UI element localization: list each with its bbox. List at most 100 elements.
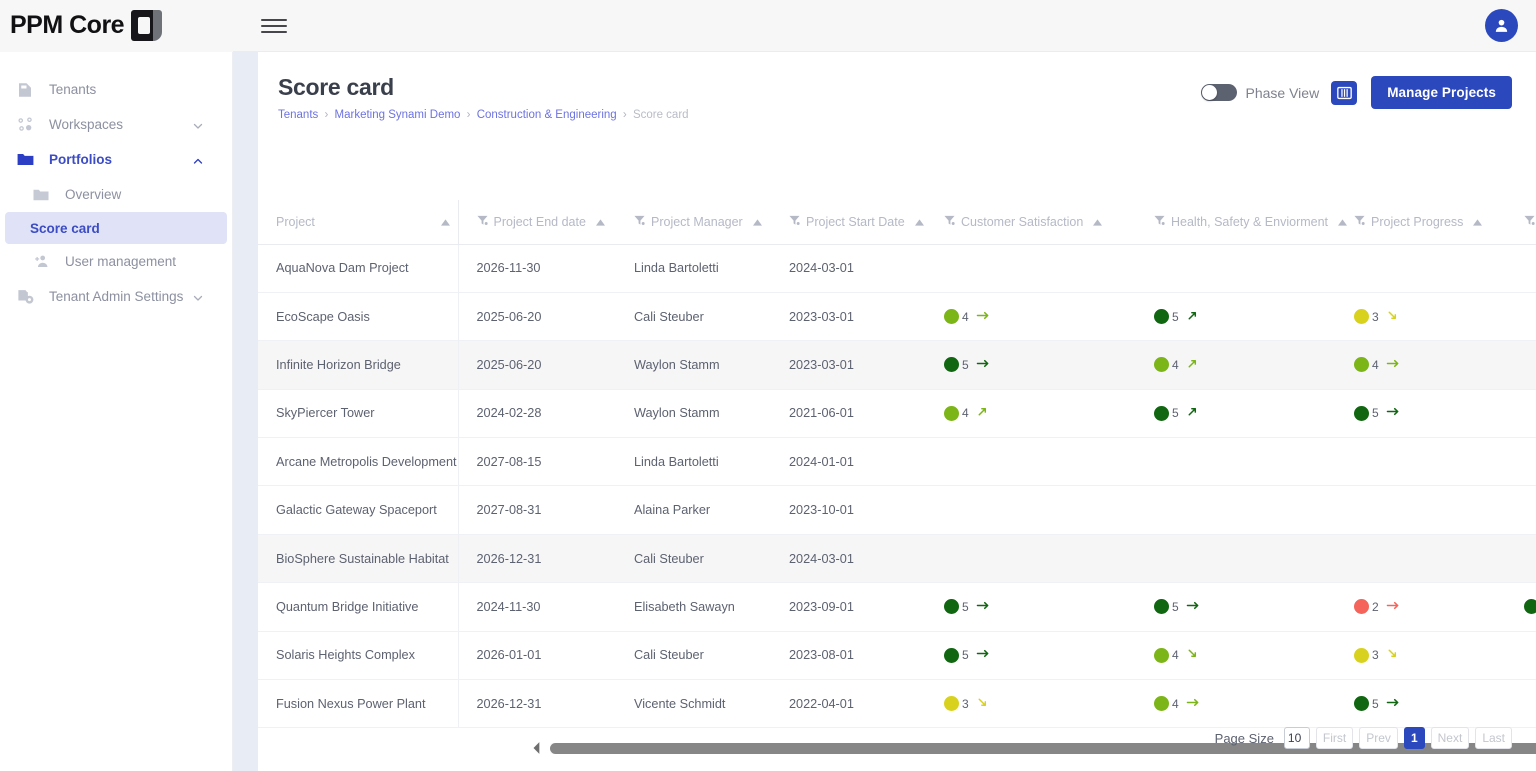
user-avatar-icon[interactable] xyxy=(1485,9,1518,42)
project-manager-cell: Waylon Stamm xyxy=(616,389,771,437)
sort-asc-icon[interactable] xyxy=(915,215,924,229)
last-page-button[interactable]: Last xyxy=(1475,727,1512,749)
sort-asc-icon[interactable] xyxy=(441,215,450,229)
sidebar-item-tenants[interactable]: Tenants xyxy=(0,72,232,107)
health-safety-enviorment-cell: 4 xyxy=(1136,631,1336,679)
project-end-date-cell: 2026-12-31 xyxy=(458,534,616,582)
hamburger-icon[interactable] xyxy=(261,16,287,36)
score-indicator: 2 xyxy=(1354,599,1498,615)
project-progress-cell xyxy=(1336,534,1506,582)
filter-icon[interactable] xyxy=(1154,215,1165,229)
truncated-score-cell xyxy=(1506,244,1536,292)
manage-projects-button[interactable]: Manage Projects xyxy=(1371,76,1512,109)
column-header-health-safety-enviorment[interactable]: Health, Safety & Enviorment xyxy=(1136,200,1336,244)
sidebar-item-workspaces[interactable]: Workspaces xyxy=(0,107,232,142)
first-page-button[interactable]: First xyxy=(1316,727,1353,749)
score-indicator: 3 xyxy=(944,696,1128,712)
column-header-project-end-date[interactable]: Project End date xyxy=(458,200,616,244)
next-page-button[interactable]: Next xyxy=(1431,727,1470,749)
table-row[interactable]: Arcane Metropolis Development2027-08-15L… xyxy=(258,438,1536,486)
document-icon xyxy=(14,79,36,101)
score-indicator: 3 xyxy=(1354,309,1498,325)
score-indicator: 4 xyxy=(944,309,1128,325)
score-value: 3 xyxy=(1372,310,1379,324)
filter-icon[interactable] xyxy=(1354,215,1365,229)
sidebar-item-user-management[interactable]: User management xyxy=(0,244,232,279)
trend-flat-icon xyxy=(1386,405,1401,421)
table-row[interactable]: Quantum Bridge Initiative2024-11-30Elisa… xyxy=(258,583,1536,631)
table-row[interactable]: Fusion Nexus Power Plant2026-12-31Vicent… xyxy=(258,680,1536,728)
breadcrumb-item-construction-engineering[interactable]: Construction & Engineering xyxy=(477,109,617,121)
health-safety-enviorment-cell: 5 xyxy=(1136,583,1336,631)
score-dot xyxy=(944,599,959,614)
column-header-project-start-date[interactable]: Project Start Date xyxy=(771,200,926,244)
breadcrumb-item-current: Score card xyxy=(633,109,689,121)
chevron-down-icon[interactable] xyxy=(192,119,204,131)
column-label: Project Manager xyxy=(651,215,743,229)
customer-satisfaction-cell xyxy=(926,486,1136,534)
health-safety-enviorment-cell: 4 xyxy=(1136,341,1336,389)
sort-asc-icon[interactable] xyxy=(1473,215,1482,229)
sort-asc-icon[interactable] xyxy=(596,215,605,229)
filter-icon[interactable] xyxy=(789,215,800,229)
sort-asc-icon[interactable] xyxy=(753,215,762,229)
sidebar-item-overview[interactable]: Overview xyxy=(0,177,232,212)
project-manager-cell: Linda Bartoletti xyxy=(616,244,771,292)
health-safety-enviorment-cell xyxy=(1136,486,1336,534)
project-start-date-cell: 2021-06-01 xyxy=(771,389,926,437)
column-header-project-progress[interactable]: Project Progress xyxy=(1336,200,1506,244)
score-card-table-container[interactable]: Project Project End date xyxy=(258,200,1536,735)
score-value: 2 xyxy=(1372,600,1379,614)
score-value: 4 xyxy=(1172,358,1179,372)
breadcrumb-item-tenants[interactable]: Tenants xyxy=(278,109,318,121)
columns-icon[interactable] xyxy=(1331,81,1357,105)
score-dot xyxy=(1154,357,1169,372)
truncated-score-cell: 5 xyxy=(1506,583,1536,631)
score-dot xyxy=(944,406,959,421)
sort-asc-icon[interactable] xyxy=(1338,215,1347,229)
column-header-project[interactable]: Project xyxy=(258,200,458,244)
score-value: 5 xyxy=(1372,697,1379,711)
table-row[interactable]: Solaris Heights Complex2026-01-01Cali St… xyxy=(258,631,1536,679)
project-manager-cell: Elisabeth Sawayn xyxy=(616,583,771,631)
page-size-input[interactable] xyxy=(1284,727,1310,749)
table-row[interactable]: Infinite Horizon Bridge2025-06-20Waylon … xyxy=(258,341,1536,389)
brand-logo[interactable]: PPM Core xyxy=(0,0,233,52)
sidebar-item-tenant-admin-settings[interactable]: Tenant Admin Settings xyxy=(0,279,232,314)
customer-satisfaction-cell: 5 xyxy=(926,583,1136,631)
table-row[interactable]: EcoScape Oasis2025-06-20Cali Steuber2023… xyxy=(258,292,1536,340)
customer-satisfaction-cell: 4 xyxy=(926,389,1136,437)
table-row[interactable]: AquaNova Dam Project2026-11-30Linda Bart… xyxy=(258,244,1536,292)
phase-view-toggle[interactable] xyxy=(1201,84,1237,101)
breadcrumb-item-marketing-synami-demo[interactable]: Marketing Synami Demo xyxy=(335,109,461,121)
score-value: 4 xyxy=(1172,648,1179,662)
project-start-date-cell: 2023-09-01 xyxy=(771,583,926,631)
table-row[interactable]: BioSphere Sustainable Habitat2026-12-31C… xyxy=(258,534,1536,582)
chevron-down-icon[interactable] xyxy=(192,291,204,303)
sort-asc-icon[interactable] xyxy=(1093,215,1102,229)
sidebar-item-label: Tenants xyxy=(49,82,96,97)
score-dot xyxy=(1154,599,1169,614)
sidebar-item-score-card[interactable]: Score card xyxy=(5,212,227,244)
chevron-left-icon[interactable] xyxy=(530,741,544,755)
table-row[interactable]: SkyPiercer Tower2024-02-28Waylon Stamm20… xyxy=(258,389,1536,437)
column-header-truncated[interactable]: R xyxy=(1506,200,1536,244)
score-value: 5 xyxy=(1172,600,1179,614)
health-safety-enviorment-cell xyxy=(1136,244,1336,292)
filter-icon[interactable] xyxy=(634,215,645,229)
prev-page-button[interactable]: Prev xyxy=(1359,727,1398,749)
table-header: Project Project End date xyxy=(258,200,1536,244)
filter-icon[interactable] xyxy=(477,215,488,229)
project-end-date-cell: 2027-08-31 xyxy=(458,486,616,534)
project-end-date-cell: 2024-02-28 xyxy=(458,389,616,437)
table-header-row: Project Project End date xyxy=(258,200,1536,244)
column-header-project-manager[interactable]: Project Manager xyxy=(616,200,771,244)
filter-icon[interactable] xyxy=(944,215,955,229)
filter-icon[interactable] xyxy=(1524,215,1535,229)
page-number-button[interactable]: 1 xyxy=(1404,727,1425,749)
sidebar-item-portfolios[interactable]: Portfolios xyxy=(0,142,232,177)
column-header-customer-satisfaction[interactable]: Customer Satisfaction xyxy=(926,200,1136,244)
score-value: 5 xyxy=(1172,406,1179,420)
table-row[interactable]: Galactic Gateway Spaceport2027-08-31Alai… xyxy=(258,486,1536,534)
chevron-up-icon[interactable] xyxy=(192,154,204,166)
